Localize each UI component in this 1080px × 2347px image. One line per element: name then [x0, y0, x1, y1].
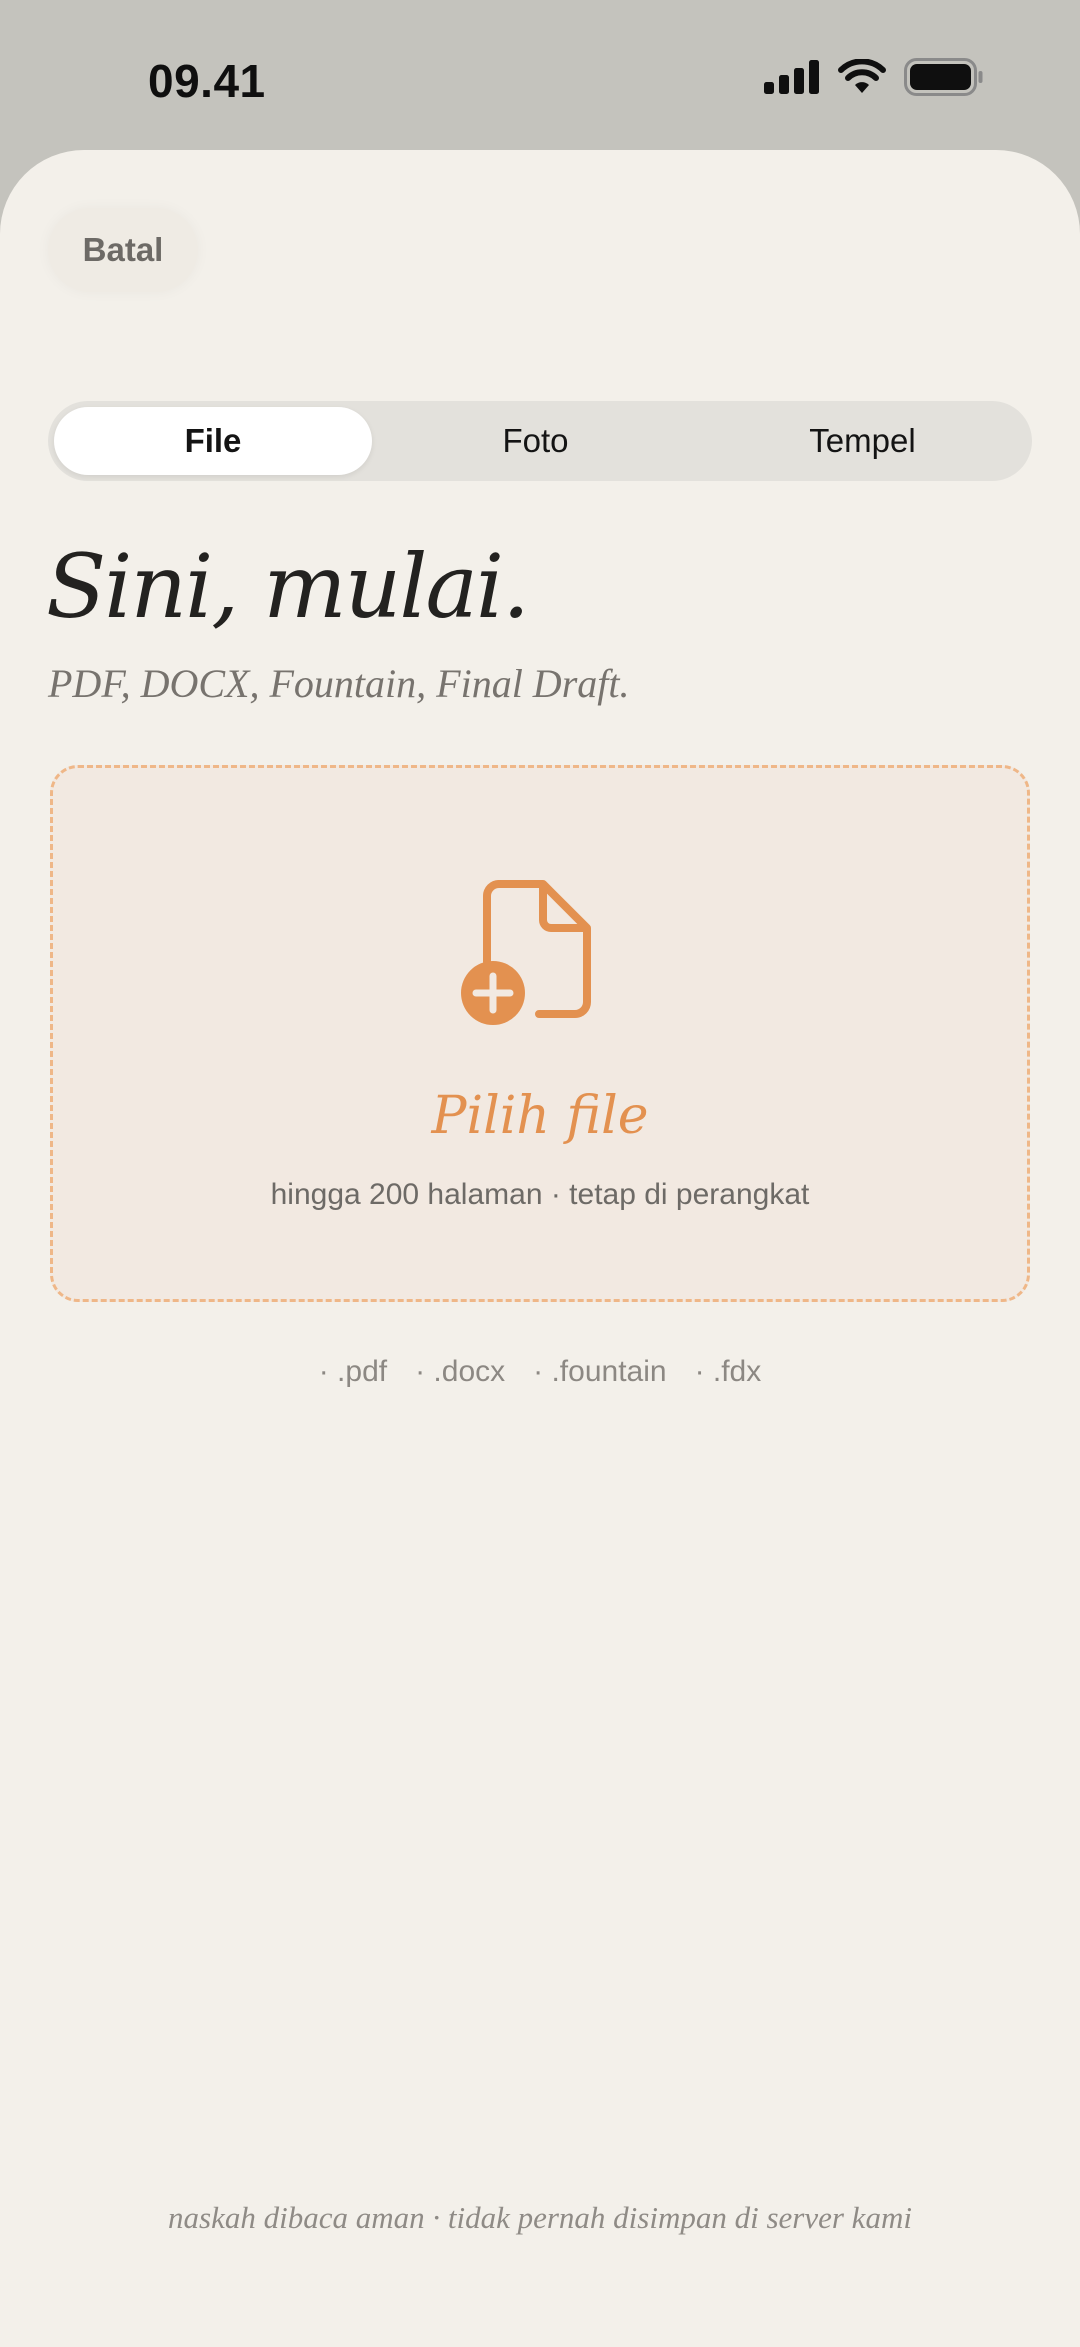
file-dropzone[interactable]: Pilih file hingga 200 halaman · tetap di… — [50, 765, 1030, 1302]
tab-foto[interactable]: Foto — [372, 407, 699, 475]
status-bar: 09.41 — [0, 0, 1080, 150]
cellular-signal-icon — [764, 60, 820, 99]
page-title: Sini, mulai. — [46, 535, 530, 638]
page-subtitle: PDF, DOCX, Fountain, Final Draft. — [48, 661, 630, 706]
cancel-button[interactable]: Batal — [48, 208, 198, 292]
wifi-icon — [838, 58, 886, 100]
pick-file-hint: hingga 200 halaman · tetap di perangkat — [270, 1178, 810, 1211]
extension-pdf: · .pdf — [318, 1355, 388, 1388]
source-segmented-control: File Foto Tempel — [48, 401, 1032, 481]
extension-fountain: · .fountain — [533, 1355, 667, 1388]
tab-tempel[interactable]: Tempel — [699, 407, 1026, 475]
add-document-icon — [461, 880, 601, 1035]
status-time: 09.41 — [148, 55, 266, 107]
upload-sheet: Batal File Foto Tempel Sini, mulai. PDF,… — [0, 150, 1080, 2347]
tab-file[interactable]: File — [54, 407, 372, 475]
supported-extensions: · .pdf · .docx · .fountain · .fdx — [0, 1355, 1080, 1389]
pick-file-label[interactable]: Pilih file — [53, 1086, 1027, 1146]
privacy-note: naskah dibaca aman · tidak pernah disimp… — [168, 2200, 912, 2235]
status-icons — [764, 58, 984, 101]
extension-docx: · .docx — [415, 1355, 506, 1388]
extension-fdx: · .fdx — [694, 1355, 762, 1388]
battery-icon — [904, 58, 984, 101]
